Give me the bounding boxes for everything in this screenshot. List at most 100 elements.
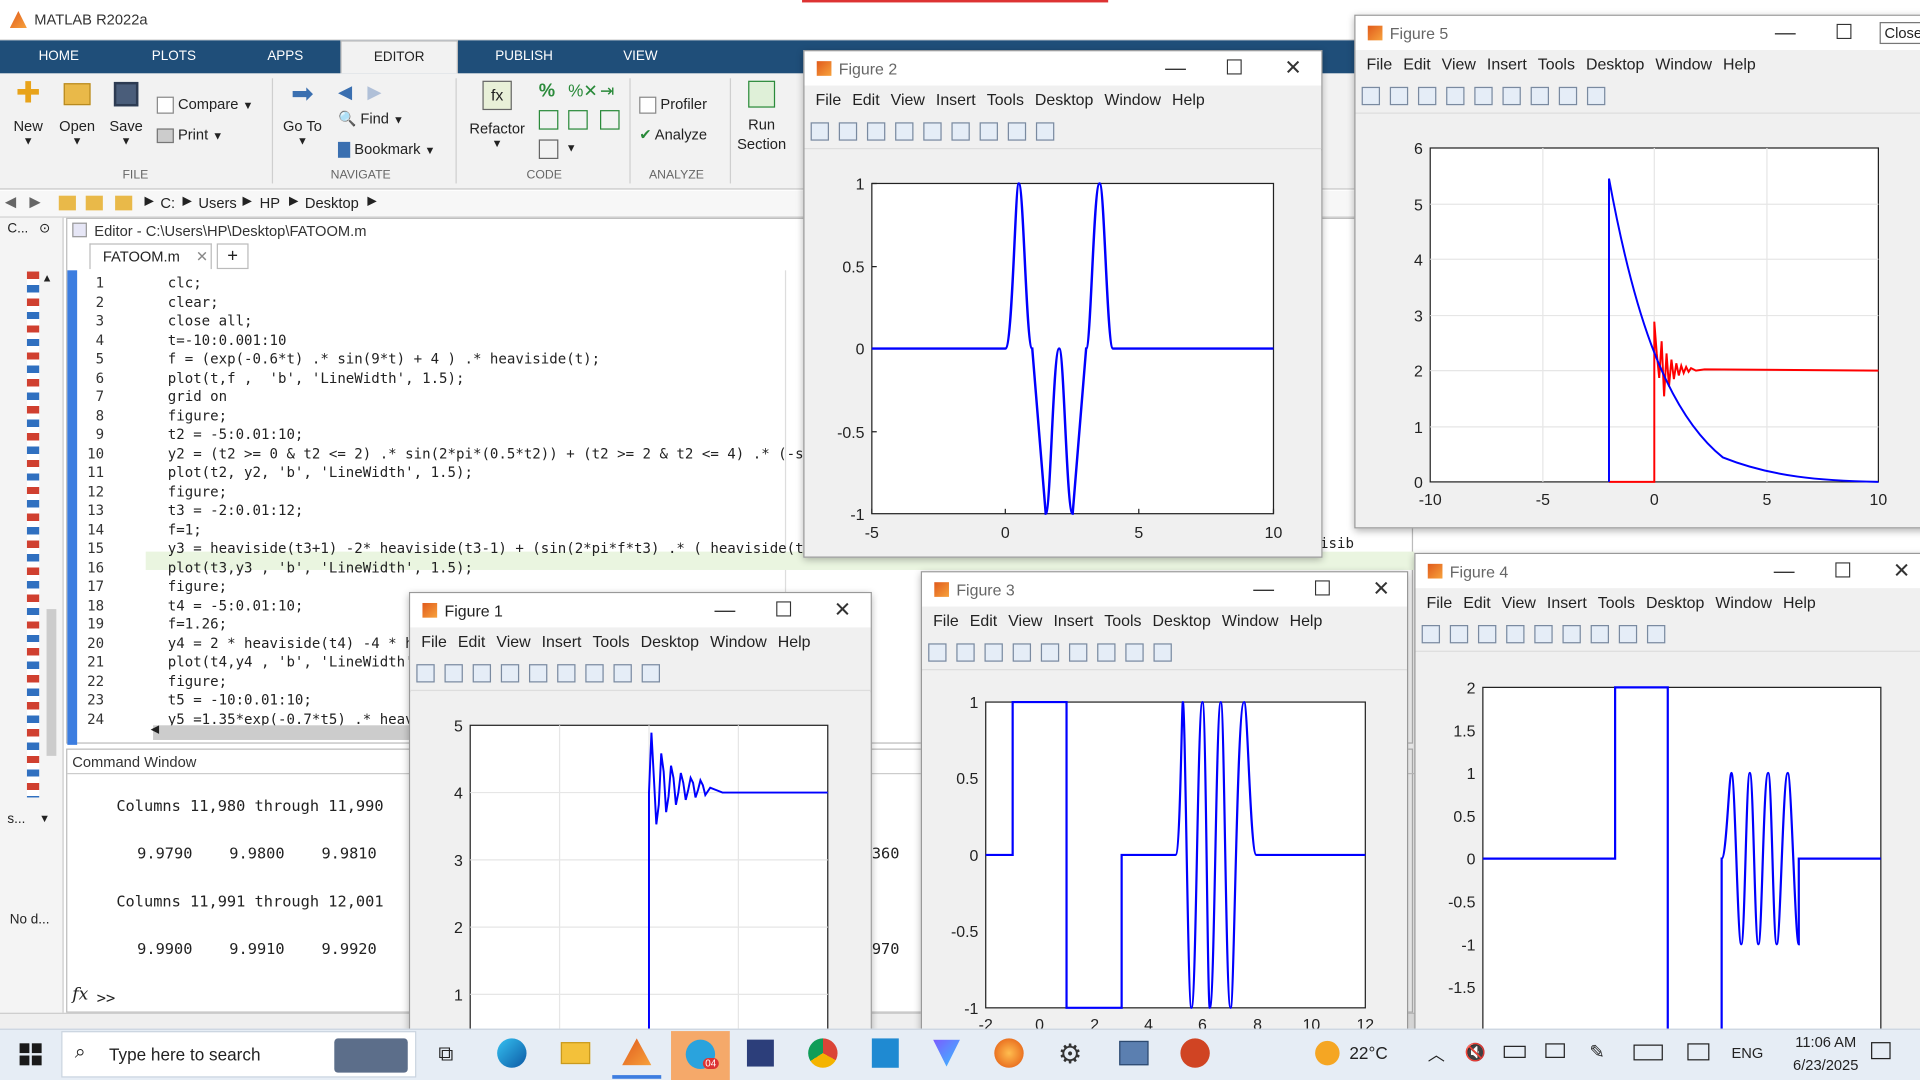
code-line[interactable]: f = (exp(-0.6*t) .* sin(9*t) + 4 ) .* he… xyxy=(168,350,600,369)
tab-editor[interactable]: EDITOR xyxy=(340,40,458,74)
figure-menu-item[interactable]: Edit xyxy=(1463,593,1490,611)
add-tab-icon[interactable]: + xyxy=(216,243,249,270)
property-editor-icon[interactable] xyxy=(1035,122,1055,141)
windows-start-icon[interactable] xyxy=(19,1043,42,1066)
figure-menu-item[interactable]: Tools xyxy=(592,632,629,650)
minimize-button[interactable]: — xyxy=(1243,572,1285,606)
maximize-button[interactable]: ☐ xyxy=(1823,16,1865,50)
figure-4-plot[interactable]: 2 1.5 1 0.5 0 -0.5 -1 -1.5 xyxy=(1415,653,1920,1041)
link-icon[interactable] xyxy=(923,122,942,141)
save-button[interactable]: Save ▼ xyxy=(105,81,147,147)
figure-menu-item[interactable]: Insert xyxy=(1487,55,1527,73)
analyze-button[interactable]: ✔ Analyze xyxy=(639,126,707,143)
figure-5-window[interactable]: Figure 5 — ☐ Close File Edit View Insert Too… xyxy=(1354,14,1920,529)
editor-file-tab[interactable]: FATOOM.m ✕ xyxy=(89,243,212,270)
browse-icon[interactable] xyxy=(85,195,103,211)
settings-gear-icon[interactable]: ⚙ xyxy=(1058,1038,1082,1070)
code-line[interactable]: y4 = 2 * heaviside(t4) -4 * he xyxy=(168,634,422,653)
back-arrow-icon[interactable]: ◀ xyxy=(5,193,16,210)
profiler-button[interactable]: Profiler xyxy=(639,95,707,114)
code-line[interactable]: t2 = -5:0.01:10; xyxy=(168,426,304,445)
open-file-icon[interactable] xyxy=(838,122,858,141)
property-editor-icon[interactable] xyxy=(1153,643,1172,662)
figure-menu-item[interactable]: Desktop xyxy=(1586,55,1644,73)
pointer-icon[interactable] xyxy=(1007,122,1027,141)
maximize-button[interactable]: ☐ xyxy=(1822,554,1864,588)
figure-menu-item[interactable]: View xyxy=(496,632,530,650)
format-icon[interactable] xyxy=(538,139,559,160)
code-line[interactable]: plot(t,f , 'b', 'LineWidth', 1.5); xyxy=(168,369,465,388)
property-editor-icon[interactable] xyxy=(641,664,661,683)
vscode-icon[interactable] xyxy=(871,1038,899,1068)
legend-icon[interactable] xyxy=(585,664,604,683)
forward-arrow-icon[interactable]: ▶ xyxy=(29,193,40,210)
battery-icon[interactable] xyxy=(1503,1045,1526,1058)
figure-4-window[interactable]: Figure 4 — ☐ ✕ File Edit View Insert Tools De… xyxy=(1414,552,1920,1043)
path-segment[interactable]: Desktop xyxy=(305,194,359,211)
code-line[interactable]: clc; xyxy=(168,274,202,293)
chrome-icon[interactable] xyxy=(808,1038,838,1068)
save-icon[interactable] xyxy=(866,122,886,141)
new-figure-icon[interactable] xyxy=(810,122,829,141)
desktop-icon[interactable] xyxy=(1687,1043,1710,1061)
pointer-icon[interactable] xyxy=(1558,86,1578,106)
new-button[interactable]: ✚ New ▼ xyxy=(7,79,49,147)
figure-menu-item[interactable]: Help xyxy=(1172,91,1205,109)
figure-3-titlebar[interactable]: Figure 3 — ☐ ✕ xyxy=(922,572,1407,607)
path-segment[interactable]: HP xyxy=(260,194,280,211)
minimize-button[interactable]: — xyxy=(1155,51,1197,85)
figure-3-window[interactable]: Figure 3 — ☐ ✕ File Edit View Insert Tools De… xyxy=(920,571,1409,1049)
figure-5-titlebar[interactable]: Figure 5 — ☐ Close xyxy=(1355,15,1920,51)
figure-menu-item[interactable]: Desktop xyxy=(1152,612,1210,630)
scroll-left-icon[interactable]: ◀ xyxy=(151,723,159,736)
print-icon[interactable] xyxy=(895,122,914,141)
code-line[interactable]: plot(t2, y2, 'b', 'LineWidth', 1.5); xyxy=(168,464,473,483)
legend-icon[interactable] xyxy=(1530,86,1549,106)
close-button[interactable]: ✕ xyxy=(1360,572,1402,606)
new-figure-icon[interactable] xyxy=(1361,86,1381,106)
powerpoint-icon[interactable] xyxy=(1180,1038,1210,1068)
print-icon[interactable] xyxy=(500,664,520,683)
close-icon[interactable]: ✕ xyxy=(196,245,208,269)
new-figure-icon[interactable] xyxy=(928,643,947,662)
figure-menu-item[interactable]: Window xyxy=(1104,91,1161,109)
code-line[interactable]: plot(t4,y4 , 'b', 'LineWidth' xyxy=(168,653,414,672)
colorbar-icon[interactable] xyxy=(1502,86,1521,106)
code-line[interactable]: t=-10:0.001:10 xyxy=(168,331,287,350)
figure-menu-item[interactable]: Desktop xyxy=(641,632,699,650)
minimize-button[interactable]: — xyxy=(1765,16,1807,50)
firefox-icon[interactable] xyxy=(994,1038,1024,1068)
app-icon-window[interactable] xyxy=(1119,1040,1149,1066)
comment-icon[interactable]: %✕ xyxy=(568,81,598,102)
clock-time[interactable]: 11:06 AM xyxy=(1783,1034,1869,1051)
open-file-icon[interactable] xyxy=(1449,625,1469,644)
file-explorer-icon[interactable] xyxy=(560,1042,591,1065)
figure-menu-item[interactable]: Desktop xyxy=(1035,91,1093,109)
print-icon[interactable] xyxy=(1506,625,1525,644)
figure-1-plot[interactable]: 5 4 3 2 1 xyxy=(410,692,871,1057)
figure-menu-item[interactable]: Tools xyxy=(987,91,1024,109)
figure-menu-item[interactable]: View xyxy=(1442,55,1476,73)
indent-icon[interactable]: ⇥ xyxy=(600,81,614,102)
maximize-button[interactable]: ☐ xyxy=(763,593,805,627)
figure-menu-item[interactable]: Window xyxy=(1715,593,1772,611)
figure-menu-item[interactable]: Edit xyxy=(458,632,485,650)
figure-menu-item[interactable]: Tools xyxy=(1538,55,1575,73)
path-segment[interactable]: Users xyxy=(198,194,236,211)
language-indicator[interactable]: ENG xyxy=(1731,1045,1763,1062)
legend-icon[interactable] xyxy=(1590,625,1609,644)
figure-menu-item[interactable]: Tools xyxy=(1104,612,1141,630)
network-icon[interactable] xyxy=(1545,1043,1565,1058)
forward-arrow-icon[interactable]: ▶ xyxy=(367,81,381,103)
refactor-button[interactable]: fx Refactor ▼ xyxy=(465,80,529,149)
back-arrow-icon[interactable]: ◀ xyxy=(338,81,352,103)
property-editor-icon[interactable] xyxy=(1646,625,1666,644)
code-line[interactable]: close all; xyxy=(168,312,253,331)
legend-icon[interactable] xyxy=(1097,643,1116,662)
link-icon[interactable] xyxy=(528,664,548,683)
clock-date[interactable]: 6/23/2025 xyxy=(1783,1057,1869,1074)
figure-menu-item[interactable]: Desktop xyxy=(1646,593,1704,611)
telegram-icon[interactable]: 04 xyxy=(671,1031,730,1080)
figure-2-window[interactable]: Figure 2 — ☐ ✕ File Edit View Insert Tools De… xyxy=(803,50,1323,558)
link-icon[interactable] xyxy=(1040,643,1060,662)
